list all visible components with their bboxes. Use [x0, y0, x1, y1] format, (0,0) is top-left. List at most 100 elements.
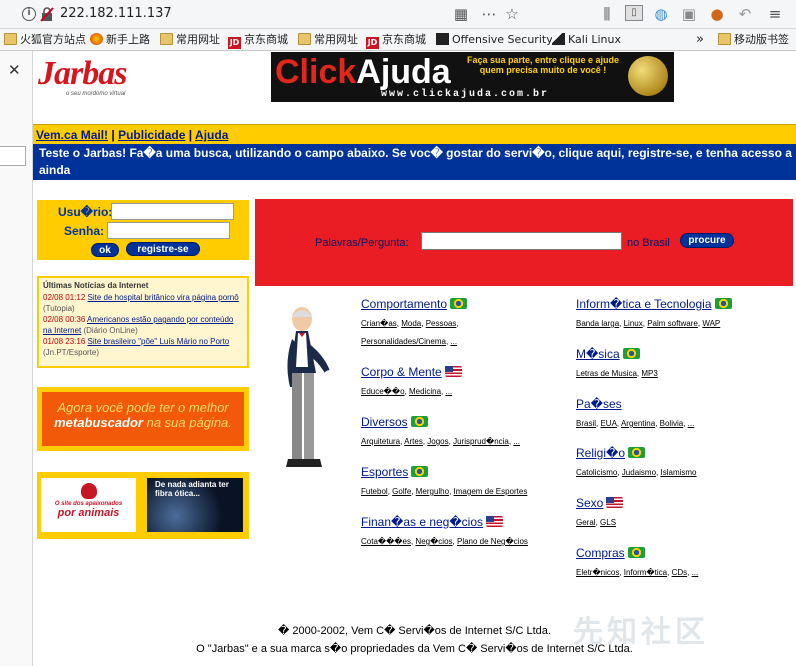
subcategory-link[interactable]: Educe��o [361, 387, 405, 396]
subcategory-link[interactable]: Catolicismo [576, 468, 617, 477]
category-link[interactable]: M�sica [576, 347, 620, 361]
subcategory-link[interactable]: Cota���es [361, 537, 411, 546]
subcategory-link[interactable]: Plano de Neg�cios [457, 537, 528, 546]
category-link[interactable]: Diversos [361, 415, 408, 429]
category-sexo: Sexo Geral, GLS [576, 496, 624, 532]
subcategory-link[interactable]: Personalidades/Cinema [361, 337, 446, 346]
username-input[interactable] [111, 203, 234, 220]
jarbas-logo[interactable]: Jarbas o seu mordomo virtual [38, 57, 150, 101]
screenshot-icon[interactable]: ▣ [680, 5, 698, 23]
subcategory-link[interactable]: Mergulho [416, 487, 449, 496]
undo-icon[interactable]: ↶ [736, 5, 754, 23]
qr-code-icon[interactable]: ▦ [452, 5, 470, 23]
more-bookmarks-icon[interactable]: » [696, 32, 704, 48]
bookmark-item[interactable]: Offensive Security [436, 32, 553, 48]
globe-icon[interactable]: ◍ [652, 5, 670, 23]
subcategory-link[interactable]: Medicina [409, 387, 441, 396]
bookmark-item[interactable]: 新手上路 [90, 32, 150, 48]
bookmark-item[interactable]: Kali Linux [552, 32, 621, 48]
bookmark-star-icon[interactable]: ☆ [503, 5, 521, 23]
subcategory-link[interactable]: MP3 [641, 369, 657, 378]
subcategory-link[interactable]: Geral [576, 518, 596, 527]
category-link[interactable]: Sexo [576, 496, 603, 510]
sidebar-search-field[interactable] [0, 146, 26, 166]
subcategory-link[interactable]: Futebol [361, 487, 388, 496]
subcategory-link[interactable]: Crian�as [361, 319, 397, 328]
insecure-lock-icon[interactable] [40, 6, 54, 22]
subcategory-link[interactable]: Bolivia [660, 419, 684, 428]
subcategory-link[interactable]: ... [450, 337, 457, 346]
news-link[interactable]: Site de hospital britânico vira página p… [88, 293, 239, 302]
category-link[interactable]: Finan�as e neg�cios [361, 515, 483, 529]
info-icon[interactable]: i [22, 7, 36, 21]
subcategory-link[interactable]: Letras de Musica [576, 369, 637, 378]
subcategory-link[interactable]: ... [513, 437, 520, 446]
subcategory-link[interactable]: Argentina [621, 419, 655, 428]
publicidade-link[interactable]: Publicidade [118, 128, 185, 142]
category-link[interactable]: Inform�tica e Tecnologia [576, 297, 712, 311]
subcategory-link[interactable]: Brasil [576, 419, 596, 428]
subcategory-link[interactable]: WAP [702, 319, 720, 328]
register-button[interactable]: registre-se [126, 242, 200, 256]
brazil-flag-icon [411, 466, 429, 477]
subcategory-link[interactable]: Arquitetura [361, 437, 400, 446]
ajuda-link[interactable]: Ajuda [195, 128, 228, 142]
folder-icon [4, 33, 17, 45]
mobile-bookmarks[interactable]: 移动版书签 [718, 32, 789, 48]
search-input[interactable] [421, 232, 622, 250]
metabuscador-ad[interactable]: Agora você pode ter o melhor metabuscado… [37, 387, 249, 451]
page-actions-icon[interactable]: ⋯ [480, 5, 498, 23]
extension-icon[interactable]: ● [708, 5, 726, 23]
search-button[interactable]: procure [680, 233, 734, 248]
subcategory-link[interactable]: Inform�tica [624, 568, 667, 577]
subcategory-link[interactable]: Artes [404, 437, 423, 446]
subcategory-link[interactable]: Judaismo [622, 468, 656, 477]
mail-link[interactable]: Vem.ca Mail! [36, 128, 108, 142]
clickajuda-banner[interactable]: ClickAjuda Faça sua parte, entre clique … [271, 52, 674, 102]
category-financas: Finan�as e neg�cios Cota���es, Neg�cios,… [361, 515, 528, 546]
search-label: Palavras/Pergunta: [315, 237, 409, 249]
category-link[interactable]: Pa�ses [576, 397, 622, 411]
subcategory-link[interactable]: Neg�cios [415, 537, 452, 546]
subcategory-link[interactable]: Palm software [647, 319, 698, 328]
bookmark-item[interactable]: 常用网址 [160, 32, 220, 48]
category-link[interactable]: Comportamento [361, 297, 447, 311]
subcategory-link[interactable]: CDs [672, 568, 688, 577]
category-informatica: Inform�tica e Tecnologia Banda larga, Li… [576, 297, 732, 333]
subcategory-link[interactable]: Pessoas [426, 319, 457, 328]
promo-bar[interactable]: Teste o Jarbas! Fa�a uma busca, utilizan… [33, 144, 796, 194]
url-text[interactable]: 222.182.111.137 [60, 6, 172, 21]
subcategory-link[interactable]: ... [692, 568, 699, 577]
bookmark-item[interactable]: 火狐官方站点 [4, 32, 86, 48]
subcategory-link[interactable]: EUA [600, 419, 616, 428]
password-input[interactable] [107, 222, 230, 239]
bookmark-item[interactable]: 常用网址 [298, 32, 358, 48]
category-link[interactable]: Religi�o [576, 446, 625, 460]
close-icon[interactable]: ✕ [8, 61, 21, 79]
category-link[interactable]: Compras [576, 546, 625, 560]
subcategory-link[interactable]: Eletr�nicos [576, 568, 619, 577]
subcategory-link[interactable]: Jogos [427, 437, 448, 446]
sidebar-toggle-icon[interactable]: ▯ [625, 5, 643, 21]
subcategory-link[interactable]: Golfe [392, 487, 411, 496]
subcategory-link[interactable]: Linux [624, 319, 643, 328]
bookmark-item[interactable]: JD 京东商城 [228, 32, 288, 49]
library-icon[interactable]: ⫼ [598, 5, 616, 23]
subcategory-link[interactable]: GLS [600, 518, 616, 527]
small-ads: O site dos apaixonados por animais De na… [37, 472, 249, 539]
animals-ad[interactable]: O site dos apaixonados por animais [41, 478, 136, 532]
subcategory-link[interactable]: Jurisprud�ncia [453, 437, 509, 446]
subcategory-link[interactable]: ... [688, 419, 695, 428]
fiber-ad[interactable]: De nada adianta ter fibra ótica... [147, 478, 243, 532]
subcategory-link[interactable]: ... [445, 387, 452, 396]
subcategory-link[interactable]: Imagem de Esportes [454, 487, 528, 496]
bookmark-item[interactable]: JD 京东商城 [366, 32, 426, 49]
subcategory-link[interactable]: Islamismo [661, 468, 697, 477]
news-link[interactable]: Site brasileiro "põe" Luís Mário no Port… [88, 337, 230, 346]
subcategory-link[interactable]: Moda [401, 319, 421, 328]
subcategory-link[interactable]: Banda larga [576, 319, 619, 328]
menu-icon[interactable]: ≡ [766, 5, 784, 23]
category-link[interactable]: Corpo & Mente [361, 365, 442, 379]
ok-button[interactable]: ok [91, 243, 119, 257]
category-link[interactable]: Esportes [361, 465, 408, 479]
